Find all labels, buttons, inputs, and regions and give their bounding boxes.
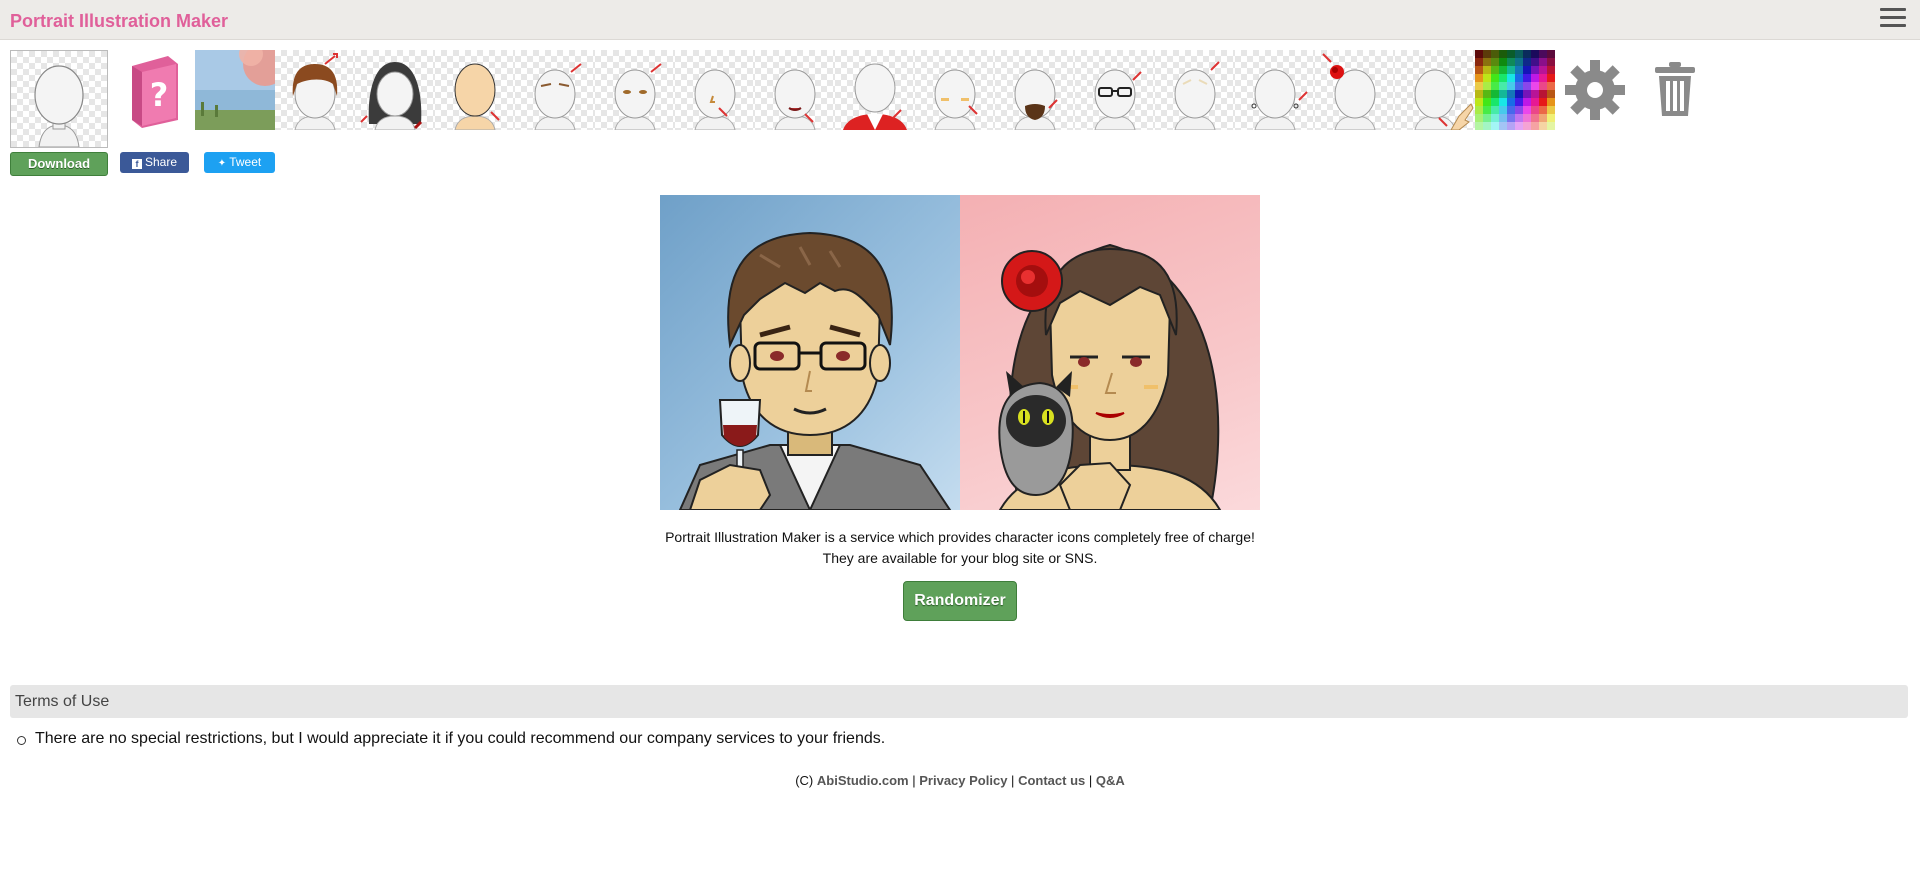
service-description: Portrait Illustration Maker is a service… [560, 527, 1360, 569]
share-label: Share [144, 155, 178, 169]
hair-accessory-tool[interactable] [1315, 50, 1395, 130]
sample-portrait-man [660, 195, 960, 510]
abistudio-link[interactable]: AbiStudio.com [817, 773, 909, 788]
sample-portraits [660, 195, 1260, 510]
help-book-icon[interactable]: ? [118, 50, 198, 130]
earrings-tool[interactable] [1235, 50, 1315, 130]
facebook-share-button[interactable]: f Share [120, 152, 189, 173]
settings-gear-icon[interactable] [1555, 50, 1635, 130]
mouth-tool[interactable] [755, 50, 835, 130]
eyebrows-tool[interactable] [515, 50, 595, 130]
tweet-label: Tweet [229, 155, 262, 169]
copyright-label: (C) [795, 773, 814, 788]
nose-tool[interactable] [675, 50, 755, 130]
description-line-2: They are available for your blog site or… [822, 550, 1098, 566]
randomizer-button[interactable]: Randomizer [903, 581, 1017, 621]
footer-separator: | [912, 773, 916, 788]
cheeks-tool[interactable] [915, 50, 995, 130]
hamburger-menu-icon[interactable] [1880, 8, 1906, 30]
tweet-button[interactable]: ✦ Tweet [204, 152, 275, 173]
hand-item-tool[interactable] [1395, 50, 1475, 130]
terms-list-item: There are no special restrictions, but I… [16, 730, 886, 747]
terms-of-use-heading: Terms of Use [10, 685, 1908, 718]
footer-separator: | [1011, 773, 1015, 788]
glasses-tool[interactable] [1075, 50, 1155, 130]
face-outline-tool[interactable] [435, 50, 515, 130]
app-title[interactable]: Portrait Illustration Maker [10, 11, 228, 32]
top-bar: Portrait Illustration Maker [0, 0, 1920, 40]
download-button[interactable]: Download [10, 152, 108, 176]
face-accessory-tool[interactable] [1155, 50, 1235, 130]
contact-us-link[interactable]: Contact us [1018, 773, 1085, 788]
beard-tool[interactable] [995, 50, 1075, 130]
trash-icon[interactable] [1635, 50, 1715, 130]
clothes-tool[interactable] [835, 50, 915, 130]
background-tool[interactable] [195, 50, 275, 130]
hair-back-tool[interactable] [355, 50, 435, 130]
facebook-icon: f [131, 159, 142, 169]
footer: (C) AbiStudio.com | Privacy Policy | Con… [660, 773, 1260, 788]
sample-portrait-woman [960, 195, 1260, 510]
color-palette-tool[interactable] [1475, 50, 1555, 130]
twitter-bird-icon: ✦ [217, 158, 227, 169]
hair-front-tool[interactable] [275, 50, 355, 130]
qa-link[interactable]: Q&A [1096, 773, 1125, 788]
footer-separator: | [1088, 773, 1093, 788]
svg-text:?: ? [150, 76, 169, 114]
description-line-1: Portrait Illustration Maker is a service… [665, 529, 1255, 545]
eyes-tool[interactable] [595, 50, 675, 130]
privacy-policy-link[interactable]: Privacy Policy [919, 773, 1007, 788]
current-portrait-preview[interactable] [10, 50, 108, 148]
